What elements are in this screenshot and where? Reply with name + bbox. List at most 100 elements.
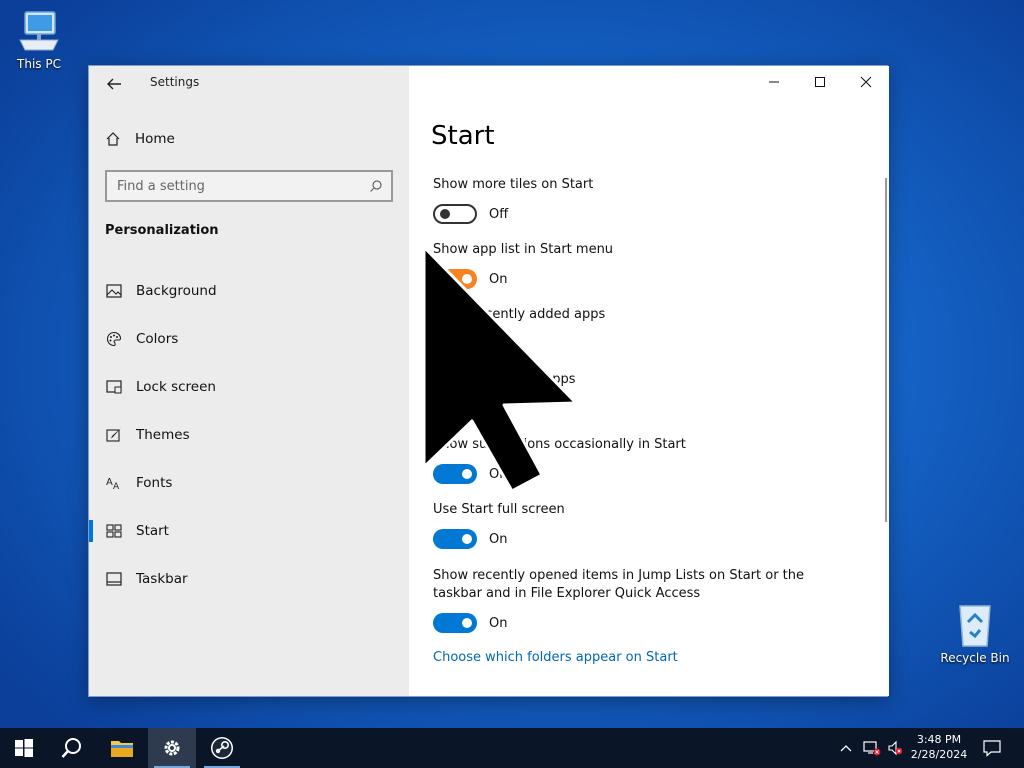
toggle-state: On <box>489 272 508 287</box>
sidebar-item-themes[interactable]: Themes <box>89 415 409 455</box>
picture-icon <box>105 282 123 300</box>
search-box[interactable] <box>105 170 393 202</box>
option-label: Use Start full screen <box>433 502 565 517</box>
maximize-icon <box>815 77 825 87</box>
notification-icon <box>983 740 1001 757</box>
close-button[interactable] <box>843 66 889 98</box>
sidebar-item-lock-screen[interactable]: Lock screen <box>89 367 409 407</box>
steam-icon <box>211 737 233 759</box>
sidebar-item-start[interactable]: Start <box>89 511 409 551</box>
sidebar-item-label: Fonts <box>136 475 173 491</box>
show-most-used-toggle[interactable] <box>433 399 477 419</box>
show-more-tiles-toggle[interactable] <box>433 204 477 224</box>
lock-screen-icon <box>105 378 123 396</box>
recycle-bin-label: Recycle Bin <box>940 651 1010 665</box>
app-title: Settings <box>150 75 200 89</box>
computer-icon <box>19 11 59 51</box>
settings-content: Start Show more tiles on Start Off Show … <box>409 66 889 696</box>
show-app-list-toggle[interactable] <box>433 269 477 289</box>
steam-taskbar-button[interactable] <box>198 728 246 768</box>
show-hidden-icons-button[interactable] <box>834 728 858 768</box>
scrollbar[interactable] <box>885 178 887 522</box>
close-icon <box>860 76 872 88</box>
toggle-state: Off <box>489 207 509 222</box>
sidebar-item-fonts[interactable]: AA Fonts <box>89 463 409 503</box>
sidebar-item-background[interactable]: Background <box>89 271 409 311</box>
toggle-state: On <box>489 616 508 631</box>
sidebar-item-label: Taskbar <box>136 571 188 587</box>
option-label: Show recently added apps <box>433 307 606 322</box>
sidebar-item-label: Themes <box>136 427 190 443</box>
minimize-button[interactable] <box>751 66 797 98</box>
toggle-knob <box>462 274 472 284</box>
settings-sidebar: Settings Home Personalization Background <box>89 66 409 696</box>
show-suggestions-toggle[interactable] <box>433 464 477 484</box>
maximize-button[interactable] <box>797 66 843 98</box>
toggle-knob <box>462 469 472 479</box>
brush-icon <box>105 426 123 444</box>
folder-icon <box>111 741 133 757</box>
sidebar-item-label: Background <box>136 283 217 299</box>
toggle-state: On <box>489 532 508 547</box>
minimize-icon <box>769 81 779 83</box>
svg-text:A: A <box>113 482 120 491</box>
option-label: Show app list in Start menu <box>433 242 614 257</box>
section-heading: Personalization <box>105 223 219 238</box>
sidebar-item-label: Start <box>136 523 169 539</box>
svg-text:A: A <box>106 477 113 488</box>
option-label: Show more tiles on Start <box>433 177 594 192</box>
option-label: Show most used apps <box>433 372 576 387</box>
chevron-up-icon <box>840 745 852 752</box>
search-taskbar-button[interactable] <box>48 728 96 768</box>
network-disconnected-icon <box>863 741 881 756</box>
start-button[interactable] <box>0 728 48 768</box>
clock-date: 2/28/2024 <box>910 748 968 761</box>
volume-button[interactable] <box>884 728 906 768</box>
sidebar-item-label: Colors <box>136 331 179 347</box>
recycle-bin-desktop-icon[interactable]: Recycle Bin <box>940 602 1010 665</box>
toggle-knob <box>462 339 472 349</box>
search-icon <box>370 180 382 192</box>
taskbar-clock[interactable]: 3:48 PM 2/28/2024 <box>904 732 974 762</box>
toggle-state: Off <box>489 402 509 417</box>
settings-taskbar-button[interactable] <box>148 728 196 768</box>
palette-icon <box>105 330 123 348</box>
font-icon: AA <box>105 474 123 492</box>
home-icon <box>106 132 120 146</box>
taskbar-icon <box>105 570 123 588</box>
toggle-knob <box>440 209 450 219</box>
start-icon <box>105 522 123 540</box>
start-full-screen-toggle[interactable] <box>433 529 477 549</box>
search-input[interactable] <box>117 178 357 194</box>
toggle-knob <box>462 618 472 628</box>
jump-lists-toggle[interactable] <box>433 613 477 633</box>
option-label: Show recently opened items in Jump Lists… <box>433 568 805 601</box>
back-button[interactable] <box>103 73 125 95</box>
search-icon <box>61 738 81 758</box>
this-pc-desktop-icon[interactable]: This PC <box>4 10 74 71</box>
sidebar-item-label: Lock screen <box>136 379 216 395</box>
toggle-knob <box>440 404 450 414</box>
page-title: Start <box>431 121 495 151</box>
windows-logo-icon <box>15 739 33 757</box>
toggle-knob <box>462 534 472 544</box>
choose-folders-link[interactable]: Choose which folders appear on Start <box>433 650 678 665</box>
gear-icon <box>164 740 180 756</box>
back-arrow-icon <box>107 78 121 90</box>
home-nav-item[interactable]: Home <box>105 129 175 149</box>
clock-time: 3:48 PM <box>916 733 962 746</box>
this-pc-label: This PC <box>17 57 61 71</box>
sidebar-item-taskbar[interactable]: Taskbar <box>89 559 409 599</box>
file-explorer-taskbar-button[interactable] <box>98 728 146 768</box>
settings-window: Settings Home Personalization Background <box>88 65 889 697</box>
toggle-state: On <box>489 337 508 352</box>
show-recently-added-toggle[interactable] <box>433 334 477 354</box>
option-label: Show suggestions occasionally in Start <box>433 437 686 452</box>
toggle-state: On <box>489 467 508 482</box>
taskbar: 3:48 PM 2/28/2024 <box>0 728 1024 768</box>
home-label: Home <box>135 131 175 147</box>
network-button[interactable] <box>860 728 884 768</box>
action-center-button[interactable] <box>970 728 1014 768</box>
recycle-bin-icon <box>959 605 991 647</box>
sidebar-item-colors[interactable]: Colors <box>89 319 409 359</box>
